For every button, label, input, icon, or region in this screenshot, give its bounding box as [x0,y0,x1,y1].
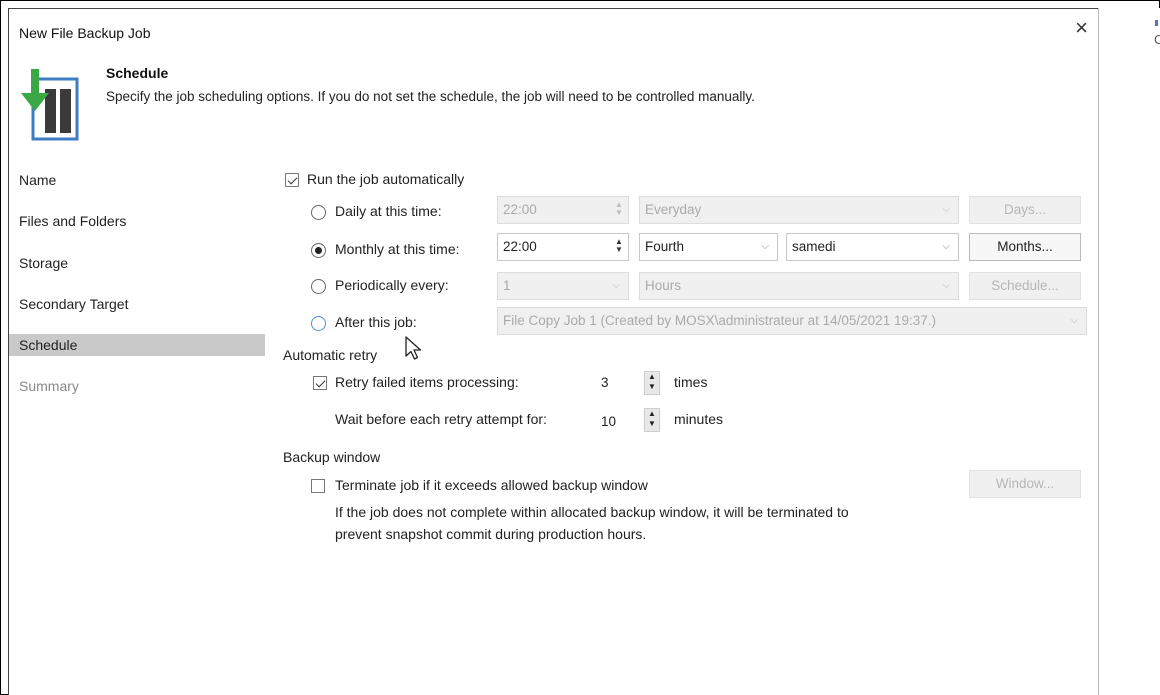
retry-failed-checkbox[interactable] [313,376,327,390]
after-job-select[interactable]: File Copy Job 1 (Created by MOSX\adminis… [497,307,1087,335]
monthly-radio[interactable] [311,243,326,258]
periodically-unit-select[interactable]: Hours ⌵ [639,272,959,300]
daily-radio[interactable] [311,205,326,220]
backup-window-note-line2: prevent snapshot commit during productio… [335,526,647,542]
backup-job-icon [21,69,79,141]
monthly-week-value: Fourth [645,239,685,254]
nav-item-name[interactable]: Name [9,169,265,191]
days-button[interactable]: Days... [969,196,1081,224]
retry-count-input[interactable]: 3 [601,370,631,396]
daily-label: Daily at this time: [335,203,442,219]
retry-wait-unit: minutes [674,411,724,427]
daily-time-spinner-icon[interactable]: ▲ ▼ [614,201,624,219]
nav-item-summary[interactable]: Summary [9,375,265,397]
retry-count-stepper-icon[interactable]: ▲ ▼ [644,371,660,395]
retry-count-unit: times [674,374,708,390]
after-job-radio[interactable] [311,316,326,331]
monthly-time-value: 22:00 [503,239,537,254]
background-window-strip: C [1098,8,1160,695]
chevron-down-icon: ⌵ [612,280,620,291]
run-automatically-checkbox[interactable] [285,173,299,187]
periodically-value: 1 [503,278,511,293]
periodically-unit-value: Hours [645,278,682,293]
monthly-time-input[interactable]: 22:00 ▲ ▼ [497,233,629,261]
background-window-partial-text: C [1154,32,1160,47]
periodically-label: Periodically every: [335,277,449,293]
after-job-label: After this job: [335,314,417,330]
retry-wait-stepper-icon[interactable]: ▲ ▼ [644,408,660,432]
nav-item-schedule[interactable]: Schedule [9,334,265,356]
monthly-day-value: samedi [792,239,836,254]
backup-window-note-line1: If the job does not complete within allo… [335,504,849,520]
automatic-retry-section-label: Automatic retry [283,347,378,363]
close-icon[interactable]: × [1075,17,1088,39]
mouse-pointer-icon [405,336,422,360]
daily-time-input[interactable]: 22:00 ▲ ▼ [497,196,629,224]
backup-window-section-label: Backup window [283,449,381,465]
months-button[interactable]: Months... [969,233,1081,261]
after-job-value: File Copy Job 1 (Created by MOSX\adminis… [503,313,936,328]
new-file-backup-job-dialog: New File Backup Job × Schedule Specify t… [8,8,1098,695]
nav-item-files-and-folders[interactable]: Files and Folders [9,210,265,232]
run-automatically-label: Run the job automatically [307,171,465,187]
step-description: Specify the job scheduling options. If y… [106,89,755,104]
nav-item-secondary-target[interactable]: Secondary Target [9,293,265,315]
background-window-accent [1155,20,1158,26]
daily-time-value: 22:00 [503,202,537,217]
step-title: Schedule [106,65,169,81]
periodically-value-select[interactable]: 1 ⌵ [497,272,629,300]
monthly-week-select[interactable]: Fourth ⌵ [639,233,778,261]
monthly-label: Monthly at this time: [335,241,460,257]
nav-item-storage[interactable]: Storage [9,252,265,274]
monthly-time-spinner-icon[interactable]: ▲ ▼ [614,238,624,256]
daily-frequency-value: Everyday [645,202,702,217]
chevron-down-icon: ⌵ [761,241,769,252]
window-button[interactable]: Window... [969,470,1081,498]
periodically-radio[interactable] [311,279,326,294]
schedule-button[interactable]: Schedule... [969,272,1081,300]
chevron-down-icon: ⌵ [942,280,950,291]
dialog-title: New File Backup Job [19,25,151,41]
chevron-down-icon: ⌵ [942,241,950,252]
terminate-job-checkbox[interactable] [311,479,325,493]
terminate-job-label: Terminate job if it exceeds allowed back… [335,477,648,493]
chevron-down-icon: ⌵ [1070,315,1078,326]
chevron-down-icon: ⌵ [942,204,950,215]
retry-failed-label: Retry failed items processing: [335,374,519,390]
retry-wait-input[interactable]: 10 [601,409,631,435]
retry-wait-label: Wait before each retry attempt for: [335,411,547,427]
daily-frequency-select[interactable]: Everyday ⌵ [639,196,959,224]
monthly-day-select[interactable]: samedi ⌵ [786,233,959,261]
